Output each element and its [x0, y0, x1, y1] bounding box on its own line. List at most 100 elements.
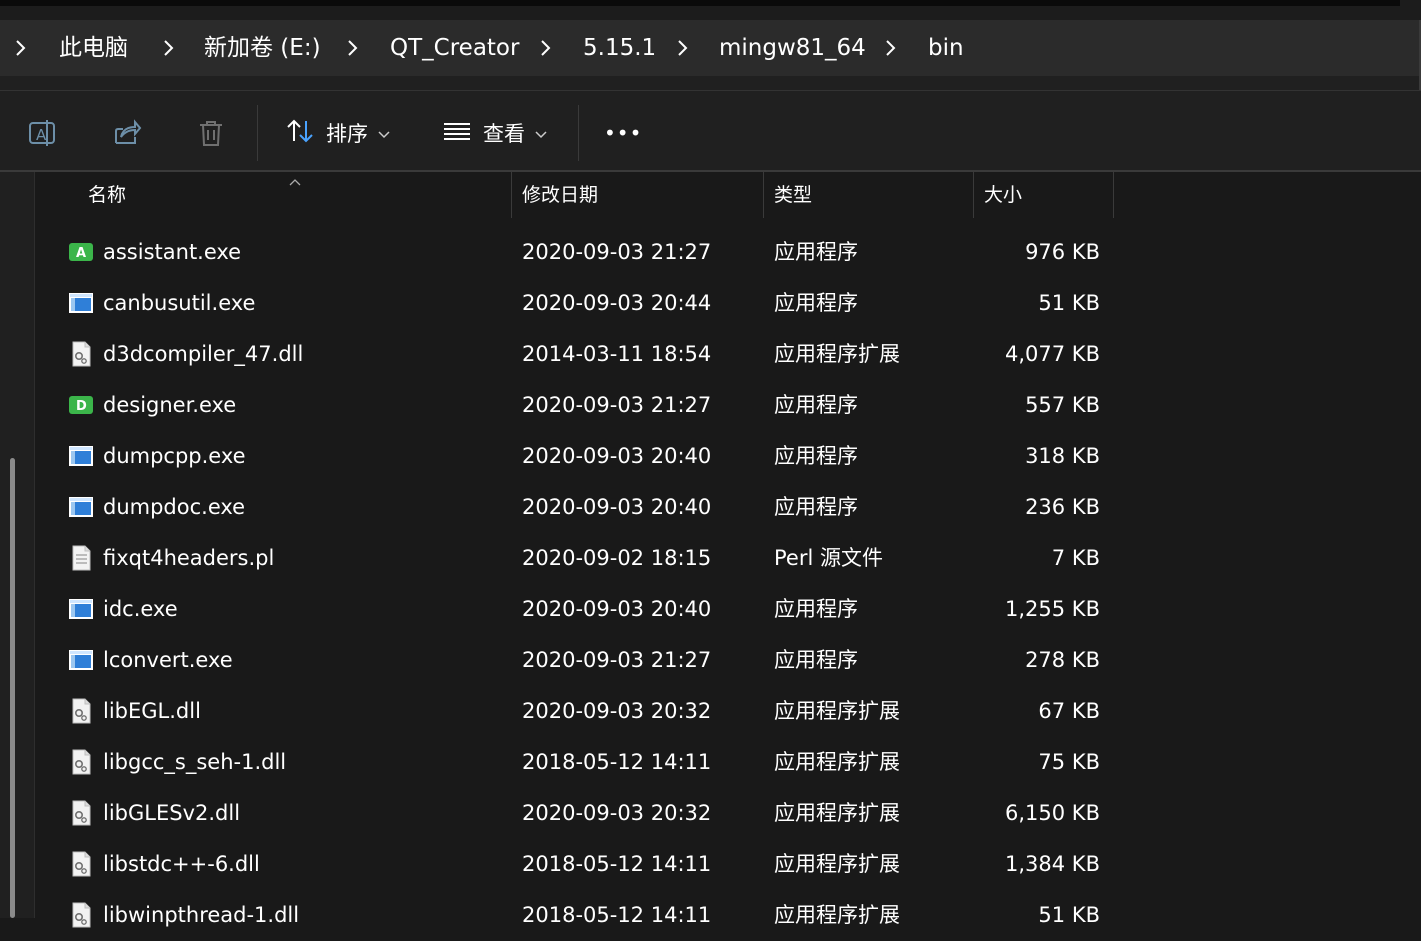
chevron-right-icon[interactable] [539, 38, 553, 58]
file-modified-date: 2020-09-03 20:44 [522, 291, 712, 315]
file-name[interactable]: dumpdoc.exe [103, 482, 245, 533]
file-size: 318 KB [1025, 444, 1100, 468]
file-modified-date: 2018-05-12 14:11 [522, 750, 712, 774]
file-row[interactable]: dumpcpp.exe 2020-09-03 20:40 应用程序 318 KB [34, 431, 1134, 482]
breadcrumb-this-pc[interactable]: 此电脑 [59, 20, 128, 76]
toolbar-gap [0, 76, 1421, 90]
file-size: 236 KB [1025, 495, 1100, 519]
chevron-right-icon[interactable] [346, 38, 360, 58]
sort-button[interactable]: 排序 [284, 111, 390, 155]
file-row[interactable]: libwinpthread-1.dll 2018-05-12 14:11 应用程序扩… [34, 890, 1134, 941]
navigation-scrollbar[interactable] [10, 458, 15, 918]
breadcrumb-mingw[interactable]: mingw81_64 [719, 20, 866, 76]
dll-gear-icon [68, 800, 94, 826]
address-breadcrumb-bar[interactable]: 此电脑 新加卷 (E:) QT_Creator 5.15.1 mingw81_6… [0, 20, 1421, 76]
file-name[interactable]: assistant.exe [103, 227, 241, 278]
file-type: 应用程序扩展 [774, 903, 900, 927]
file-type: 应用程序扩展 [774, 801, 900, 825]
exe-window-icon [68, 443, 94, 469]
more-options-button[interactable]: ••• [604, 111, 642, 155]
file-modified-date: 2020-09-03 20:32 [522, 699, 712, 723]
dll-gear-icon [68, 341, 94, 367]
file-size: 51 KB [1038, 291, 1100, 315]
sort-label: 排序 [326, 122, 368, 146]
file-row[interactable]: libstdc++-6.dll 2018-05-12 14:11 应用程序扩展 1,3… [34, 839, 1134, 890]
view-label: 查看 [483, 122, 525, 146]
rename-icon[interactable]: A [27, 117, 59, 149]
exe-window-icon [68, 596, 94, 622]
view-button[interactable]: 查看 [441, 111, 547, 155]
file-name[interactable]: canbusutil.exe [103, 278, 255, 329]
file-row[interactable]: canbusutil.exe 2020-09-03 20:44 应用程序 51 KB [34, 278, 1134, 329]
column-header-row: 名称 修改日期 类型 大小 [34, 172, 1134, 218]
file-modified-date: 2018-05-12 14:11 [522, 852, 712, 876]
dll-gear-icon [68, 851, 94, 877]
file-name[interactable]: lconvert.exe [103, 635, 233, 686]
sort-arrows-icon [284, 115, 316, 151]
dll-gear-icon [68, 902, 94, 928]
breadcrumb-bin[interactable]: bin [928, 20, 964, 76]
svg-text:D: D [76, 399, 87, 414]
file-row[interactable]: Aassistant.exe 2020-09-03 21:27 应用程序 976 KB [34, 227, 1134, 278]
sort-ascending-icon [288, 172, 302, 191]
file-row[interactable]: lconvert.exe 2020-09-03 21:27 应用程序 278 KB [34, 635, 1134, 686]
file-modified-date: 2020-09-03 21:27 [522, 240, 712, 264]
more-options-icon: ••• [604, 121, 643, 145]
view-list-icon [441, 115, 473, 151]
file-modified-date: 2020-09-03 20:40 [522, 495, 712, 519]
exe-window-icon [68, 494, 94, 520]
file-row[interactable]: fixqt4headers.pl 2020-09-02 18:15 Perl 源文件… [34, 533, 1134, 584]
file-row[interactable]: dumpdoc.exe 2020-09-03 20:40 应用程序 236 KB [34, 482, 1134, 533]
file-name[interactable]: libstdc++-6.dll [103, 839, 260, 890]
file-row[interactable]: libGLESv2.dll 2020-09-03 20:32 应用程序扩展 6,150… [34, 788, 1134, 839]
trash-icon[interactable] [195, 117, 227, 149]
file-name[interactable]: designer.exe [103, 380, 236, 431]
file-size: 7 KB [1051, 546, 1100, 570]
chevron-right-icon[interactable] [14, 38, 28, 58]
file-name[interactable]: libGLESv2.dll [103, 788, 240, 839]
file-size: 6,150 KB [1005, 801, 1100, 825]
share-icon[interactable] [111, 117, 143, 149]
chevron-right-icon[interactable] [162, 38, 176, 58]
column-divider[interactable] [511, 172, 512, 218]
file-size: 278 KB [1025, 648, 1100, 672]
file-size: 557 KB [1025, 393, 1100, 417]
toolbar-divider [578, 105, 579, 161]
toolbar-divider [257, 105, 258, 161]
file-row[interactable]: d3dcompiler_47.dll 2014-03-11 18:54 应用程序扩展… [34, 329, 1134, 380]
column-header-size[interactable]: 大小 [984, 172, 1022, 218]
file-name[interactable]: libwinpthread-1.dll [103, 890, 299, 941]
column-header-type[interactable]: 类型 [774, 172, 812, 218]
column-header-name[interactable]: 名称 [88, 172, 126, 218]
chevron-right-icon[interactable] [884, 38, 898, 58]
column-divider[interactable] [973, 172, 974, 218]
file-type: 应用程序 [774, 648, 858, 672]
breadcrumb-qt-creator[interactable]: QT_Creator [390, 20, 519, 76]
text-file-icon [68, 545, 94, 571]
file-modified-date: 2020-09-02 18:15 [522, 546, 712, 570]
chevron-right-icon[interactable] [676, 38, 690, 58]
column-divider[interactable] [763, 172, 764, 218]
window-top-strip [0, 0, 1421, 20]
file-row[interactable]: libEGL.dll 2020-09-03 20:32 应用程序扩展 67 KB [34, 686, 1134, 737]
window-top-edge [0, 0, 1400, 6]
file-name[interactable]: d3dcompiler_47.dll [103, 329, 303, 380]
column-divider[interactable] [1113, 172, 1114, 218]
file-type: 应用程序 [774, 393, 858, 417]
file-name[interactable]: libEGL.dll [103, 686, 201, 737]
file-row[interactable]: idc.exe 2020-09-03 20:40 应用程序 1,255 KB [34, 584, 1134, 635]
column-header-modified[interactable]: 修改日期 [522, 172, 598, 218]
file-row[interactable]: Ddesigner.exe 2020-09-03 21:27 应用程序 557 KB [34, 380, 1134, 431]
file-name[interactable]: libgcc_s_seh-1.dll [103, 737, 286, 788]
file-size: 75 KB [1038, 750, 1100, 774]
chevron-down-icon [535, 124, 547, 143]
file-name[interactable]: idc.exe [103, 584, 178, 635]
file-row[interactable]: libgcc_s_seh-1.dll 2018-05-12 14:11 应用程序扩展… [34, 737, 1134, 788]
file-name[interactable]: fixqt4headers.pl [103, 533, 274, 584]
file-type: 应用程序 [774, 597, 858, 621]
file-type: 应用程序 [774, 291, 858, 315]
assistant-app-icon: A [68, 239, 94, 265]
file-name[interactable]: dumpcpp.exe [103, 431, 246, 482]
breadcrumb-drive-e[interactable]: 新加卷 (E:) [204, 20, 321, 76]
breadcrumb-version[interactable]: 5.15.1 [583, 20, 656, 76]
